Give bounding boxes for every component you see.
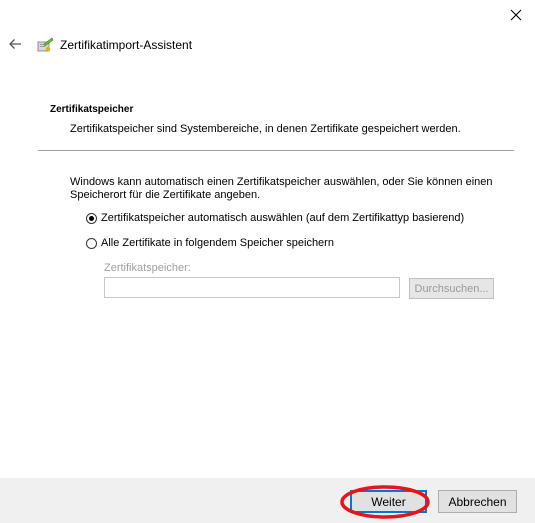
radio-custom-store-label[interactable]: Alle Zertifikate in folgendem Speicher s…	[101, 237, 334, 249]
browse-button[interactable]: Durchsuchen...	[409, 278, 494, 299]
divider	[38, 150, 514, 151]
section-description: Zertifikatspeicher sind Systembereiche, …	[70, 123, 461, 135]
certificate-wizard-icon	[36, 36, 54, 54]
wizard-window: Zertifikatimport-Assistent Zertifikatspe…	[0, 0, 535, 523]
back-button[interactable]	[4, 34, 26, 56]
cancel-button[interactable]: Abbrechen	[438, 490, 517, 513]
close-icon	[510, 9, 522, 24]
section-heading: Zertifikatspeicher	[50, 104, 134, 115]
store-field-label: Zertifikatspeicher:	[104, 262, 191, 274]
back-arrow-icon	[8, 38, 22, 53]
store-input[interactable]	[104, 277, 400, 298]
radio-auto-store-button[interactable]	[86, 212, 97, 224]
intro-text: Windows kann automatisch einen Zertifika…	[70, 176, 493, 201]
close-button[interactable]	[497, 0, 535, 32]
next-button[interactable]: Weiter	[350, 490, 427, 513]
radio-auto-store[interactable]: Zertifikatspeicher automatisch auswählen…	[86, 212, 464, 224]
radio-custom-store-button[interactable]	[86, 237, 97, 249]
wizard-title: Zertifikatimport-Assistent	[60, 38, 193, 52]
radio-auto-store-label[interactable]: Zertifikatspeicher automatisch auswählen…	[101, 212, 464, 224]
radio-custom-store[interactable]: Alle Zertifikate in folgendem Speicher s…	[86, 237, 334, 249]
